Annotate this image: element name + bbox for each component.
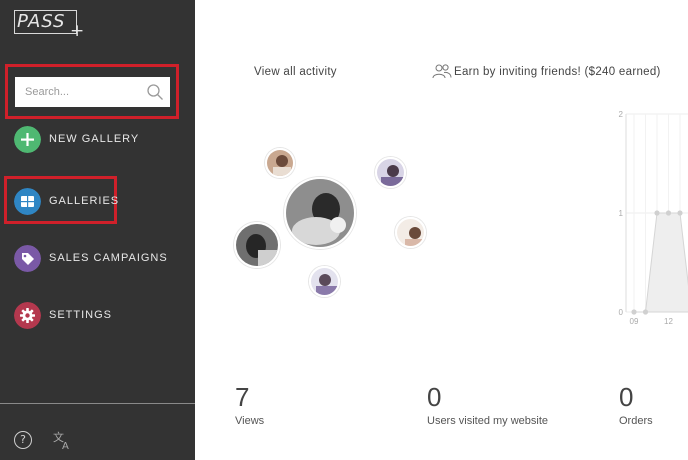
users-icon	[432, 64, 452, 79]
tag-icon	[14, 245, 41, 272]
translate-icon[interactable]: 文 A	[52, 430, 72, 450]
chart-area	[634, 212, 688, 313]
sidebar: PASS + NEW GALLERY	[0, 0, 195, 460]
logo-text: PASS	[17, 11, 66, 32]
view-all-activity-link[interactable]: View all activity	[254, 66, 337, 78]
chart-y-tick-label: 0	[619, 308, 624, 317]
pass-logo[interactable]: PASS +	[14, 10, 84, 40]
visitors-count: 0	[427, 382, 442, 412]
svg-text:A: A	[62, 441, 69, 450]
app-window: PASS + NEW GALLERY	[0, 0, 688, 460]
search-highlight	[5, 64, 179, 119]
sidebar-item-settings[interactable]: SETTINGS	[14, 302, 184, 330]
plus-icon	[14, 126, 41, 153]
activity-photo-featured[interactable]	[284, 177, 356, 249]
chart-point	[654, 210, 660, 216]
visitors-label: Users visited my website	[427, 415, 549, 427]
activity-photo[interactable]	[234, 222, 280, 268]
sidebar-item-sales-campaigns[interactable]: SALES CAMPAIGNS	[14, 245, 184, 273]
views-label: Views	[235, 415, 265, 427]
search-icon[interactable]	[146, 83, 164, 101]
views-count: 7	[235, 382, 250, 412]
activity-photo[interactable]	[375, 157, 406, 188]
activity-photo[interactable]	[265, 148, 295, 178]
activity-photo[interactable]	[309, 266, 340, 297]
grid-icon	[14, 188, 41, 215]
search-box	[15, 77, 170, 107]
chart-y-tick-label: 1	[619, 209, 624, 218]
chart-point	[665, 210, 672, 216]
chart-point	[642, 309, 649, 315]
views-chart: 012091215	[619, 110, 688, 326]
search-input[interactable]	[15, 77, 139, 107]
sidebar-item-label: NEW GALLERY	[49, 133, 140, 145]
activity-photo[interactable]	[395, 217, 426, 248]
gear-icon	[14, 302, 41, 329]
chart-point	[631, 309, 637, 315]
logo-plus: +	[70, 21, 85, 41]
chart-x-tick-label: 12	[664, 317, 673, 326]
orders-label: Orders	[619, 415, 653, 427]
earn-link-text: Earn by inviting friends! ($240 earned)	[454, 66, 661, 78]
orders-count: 0	[619, 382, 634, 412]
sidebar-item-new-gallery[interactable]: NEW GALLERY	[14, 126, 184, 154]
sidebar-item-label: GALLERIES	[49, 195, 120, 207]
chart-point	[677, 210, 683, 216]
sidebar-divider	[0, 403, 195, 404]
sidebar-item-label: SETTINGS	[49, 309, 113, 321]
sidebar-item-galleries[interactable]: GALLERIES	[14, 188, 184, 216]
chart-x-tick-label: 09	[630, 317, 639, 326]
chart-y-tick-label: 2	[619, 110, 624, 119]
help-icon[interactable]: ?	[14, 431, 32, 449]
sidebar-item-label: SALES CAMPAIGNS	[49, 252, 168, 264]
